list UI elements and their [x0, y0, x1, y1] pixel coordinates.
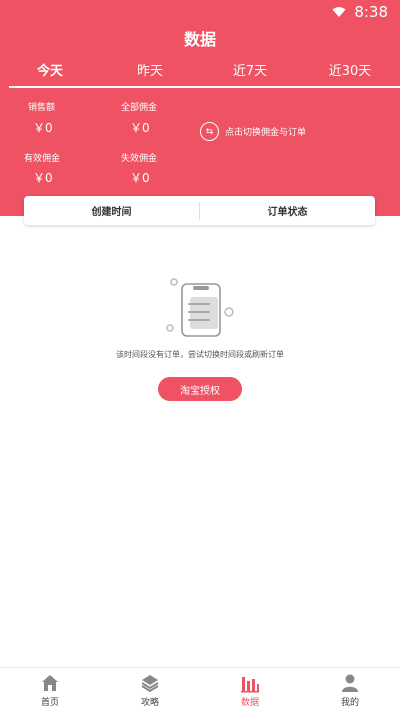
page-title: 数据 [183, 30, 216, 49]
nav-home-label: 首页 [40, 698, 59, 708]
created-time-filter[interactable]: 创建时间 [24, 203, 199, 218]
bottom-nav: 首页 攻略 数据 我的 [0, 667, 400, 711]
invalid-commission-label: 失效佣金 [121, 154, 158, 164]
nav-data-label: 数据 [240, 698, 259, 708]
total-commission-value: ￥0 [130, 121, 150, 135]
order-status-filter[interactable]: 订单状态 [200, 203, 375, 218]
switch-commission-order-button[interactable]: ⇆ 点击切换佣金与订单 [200, 122, 306, 141]
nav-guide[interactable]: 攻略 [100, 668, 200, 711]
total-commission-label: 全部佣金 [121, 103, 158, 113]
home-icon [42, 675, 58, 691]
status-time: 8:38 [354, 3, 388, 21]
status-bar: 8:38 [332, 2, 388, 22]
sales-label: 销售额 [28, 103, 56, 113]
nav-mine-label: 我的 [340, 698, 359, 708]
wifi-icon [332, 7, 346, 17]
valid-commission-label: 有效佣金 [24, 154, 61, 164]
header: 8:38 数据 今天 昨天 近7天 近30天 销售额 ￥0 全部佣金 ￥0 有效… [0, 0, 400, 216]
empty-message: 该时间段没有订单，尝试切换时间段或刷新订单 [116, 350, 284, 359]
layers-icon [141, 675, 159, 693]
nav-data[interactable]: 数据 [200, 668, 300, 711]
tab-last-7-days[interactable]: 近7天 [220, 60, 280, 86]
filter-bar: 创建时间 订单状态 [24, 196, 375, 225]
chart-icon [241, 677, 259, 693]
sales-value: ￥0 [33, 121, 53, 135]
empty-orders-icon [166, 278, 234, 337]
user-icon [342, 674, 358, 692]
tab-last-30-days[interactable]: 近30天 [320, 60, 380, 86]
tab-today[interactable]: 今天 [20, 60, 80, 86]
nav-home[interactable]: 首页 [0, 668, 100, 711]
switch-label: 点击切换佣金与订单 [225, 128, 307, 138]
tab-yesterday[interactable]: 昨天 [120, 60, 180, 86]
switch-icon: ⇆ [200, 122, 219, 141]
invalid-commission-value: ￥0 [130, 171, 150, 185]
valid-commission-value: ￥0 [33, 171, 53, 185]
nav-guide-label: 攻略 [140, 698, 159, 708]
tab-underline [9, 86, 400, 88]
taobao-auth-button[interactable]: 淘宝授权 [158, 377, 242, 401]
date-tabs: 今天 昨天 近7天 近30天 [0, 60, 400, 88]
nav-mine[interactable]: 我的 [300, 668, 400, 711]
